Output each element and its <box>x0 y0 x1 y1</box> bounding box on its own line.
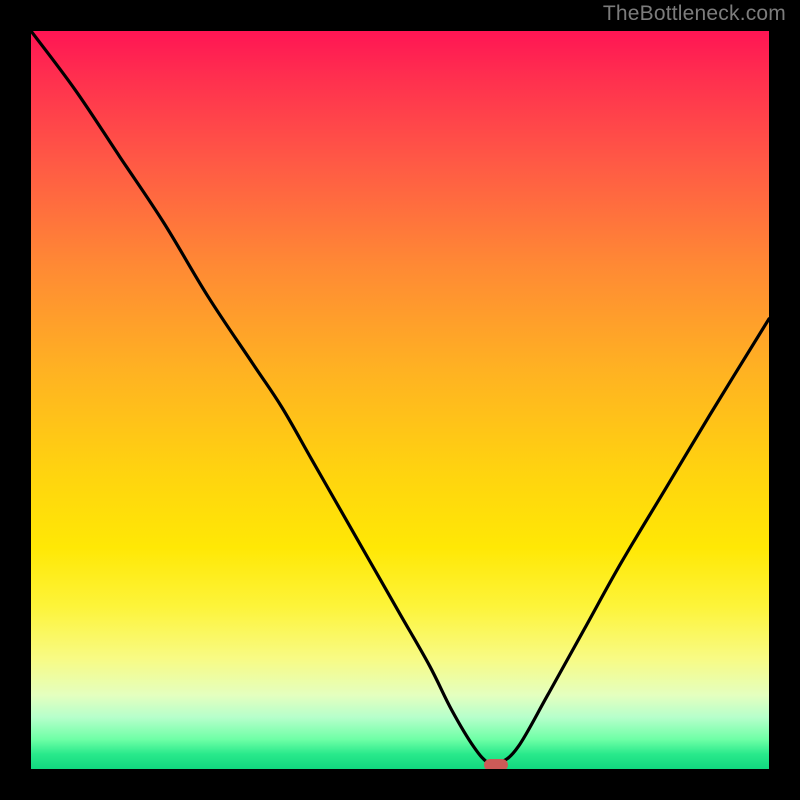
gradient-background <box>31 31 769 769</box>
chart-frame: TheBottleneck.com <box>0 0 800 800</box>
plot-area <box>31 31 769 769</box>
watermark-text: TheBottleneck.com <box>603 2 786 26</box>
